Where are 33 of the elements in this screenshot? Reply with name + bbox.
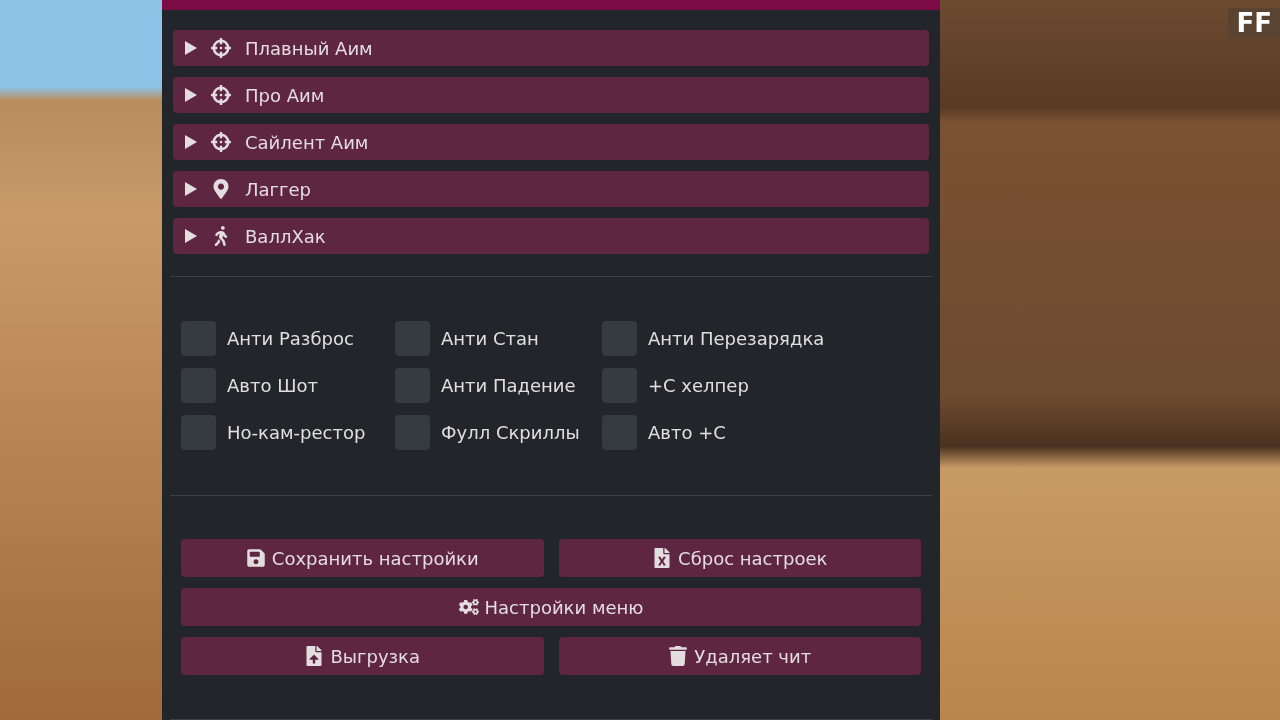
gears-icon [458,597,479,617]
trash-icon [668,646,689,666]
checkbox-label: Анти Разброс [227,326,354,351]
action-button[interactable]: Удаляет чит [558,637,921,675]
checkbox-label: Но-кам-рестор [227,420,366,445]
action-button[interactable]: Выгрузка [181,637,544,675]
section-header[interactable]: Лаггер [173,171,929,207]
checkbox-label: Анти Перезарядка [648,326,825,351]
crosshair-icon [211,38,231,58]
action-button[interactable]: Настройки меню [181,588,921,626]
section-header[interactable]: Сайлент Аим [173,124,929,160]
crosshair-icon [211,132,231,152]
checkbox-label: Анти Стан [441,326,539,351]
section-header[interactable]: ВаллХак [173,218,929,254]
expand-arrow-icon [185,135,197,149]
hud-text: FF [1228,8,1280,38]
map-pin-icon [211,179,231,199]
crosshair-icon [211,85,231,105]
checkbox-label: Фулл Скриллы [441,420,580,445]
expand-arrow-icon [185,88,197,102]
checkbox-label: Анти Падение [441,373,576,398]
checkbox-label: Авто Шот [227,373,318,398]
section-header[interactable]: Плавный Аим [173,30,929,66]
expand-arrow-icon [185,41,197,55]
section-header[interactable]: Про Аим [173,77,929,113]
excel-file-icon [652,548,673,568]
expand-arrow-icon [185,182,197,196]
action-button[interactable]: Сохранить настройки [181,539,544,577]
action-button[interactable]: Сброс настроек [558,539,921,577]
checkbox-label: +С хелпер [648,373,749,398]
checkbox-label: Авто +С [648,420,726,445]
expand-arrow-icon [185,229,197,243]
file-upload-icon [304,646,325,666]
